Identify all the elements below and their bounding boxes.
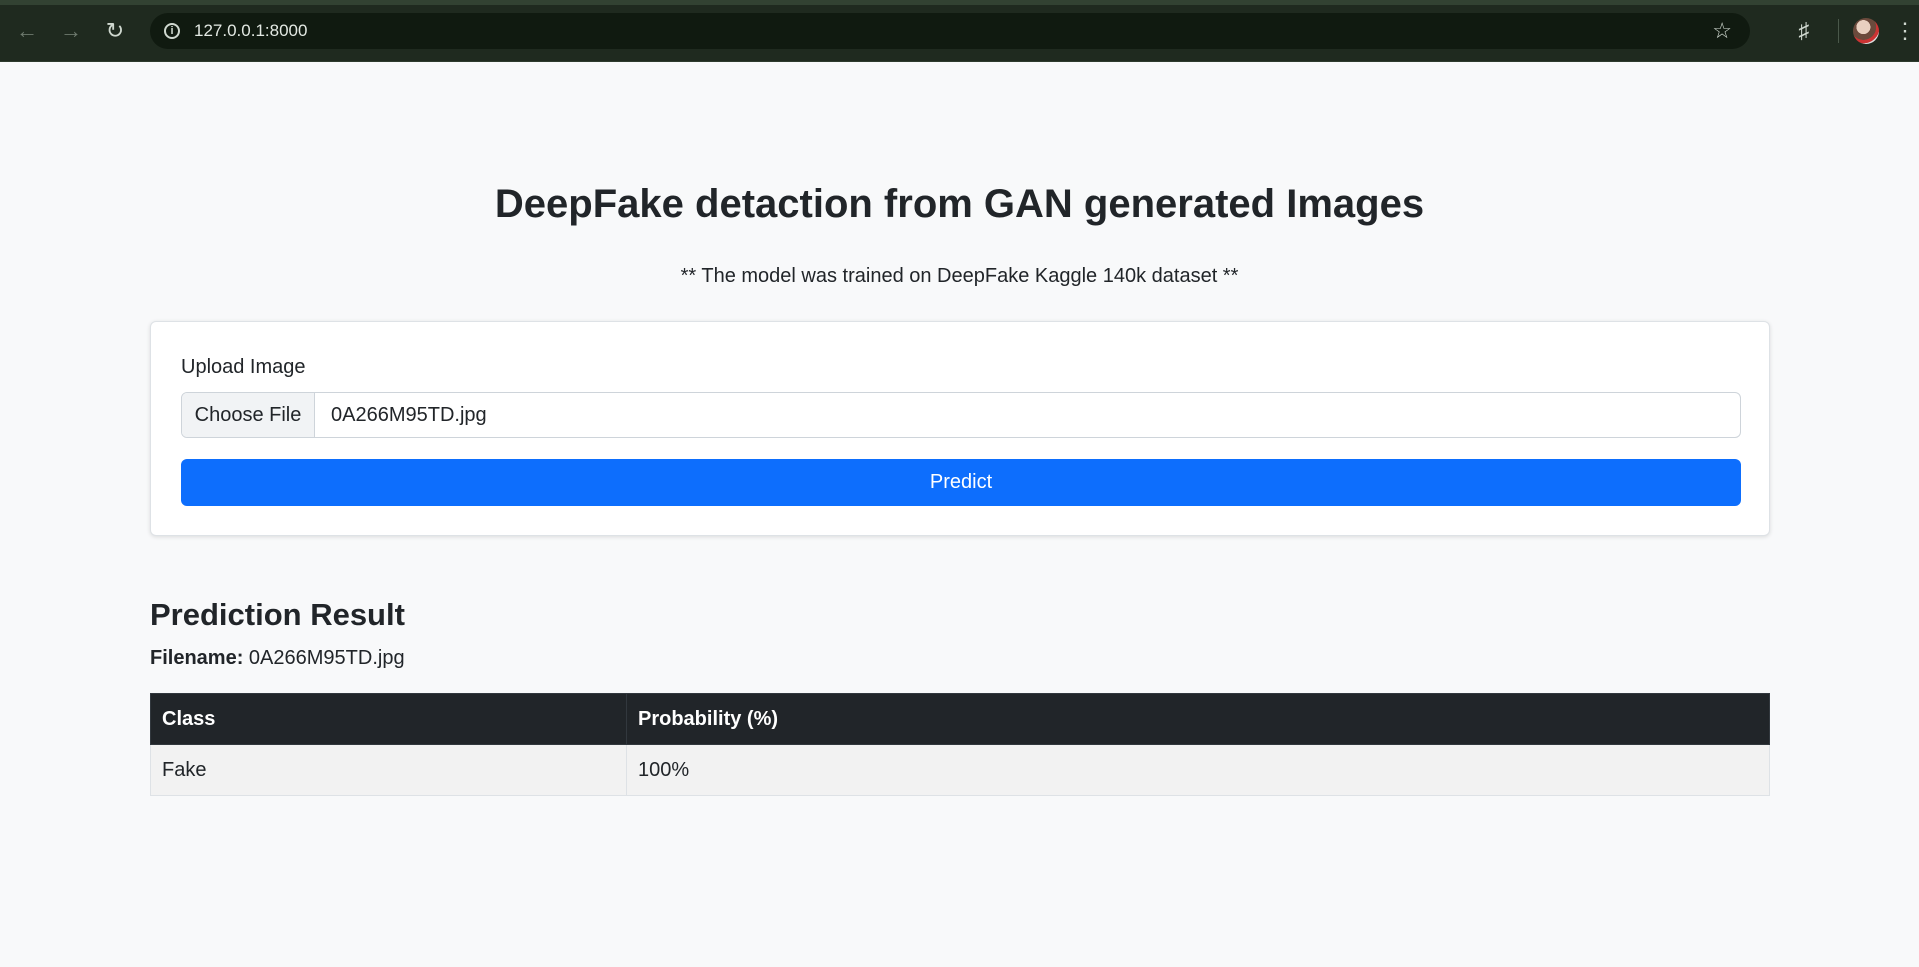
result-filename: Filename: 0A266M95TD.jpg xyxy=(150,647,405,670)
selected-file-name: 0A266M95TD.jpg xyxy=(331,403,487,426)
cell-class: Fake xyxy=(150,744,627,796)
upload-label: Upload Image xyxy=(181,356,306,378)
result-table: Class Probability (%) Fake 100% xyxy=(150,693,1770,796)
puzzle-icon[interactable]: ♯ xyxy=(1784,11,1824,51)
reload-icon[interactable]: ↻ xyxy=(95,11,135,51)
filename-label: Filename: xyxy=(150,647,244,669)
table-row: Fake 100% xyxy=(150,744,1770,796)
file-input[interactable]: Choose File 0A266M95TD.jpg xyxy=(181,392,1741,438)
page-content: DeepFake detaction from GAN generated Im… xyxy=(0,62,1919,967)
address-bar[interactable]: i 127.0.0.1:8000 ☆ xyxy=(150,13,1750,49)
cell-probability: 100% xyxy=(626,744,1770,796)
column-header-probability: Probability (%) xyxy=(626,693,1770,745)
result-heading: Prediction Result xyxy=(150,597,405,632)
upload-card: Upload Image Choose File 0A266M95TD.jpg … xyxy=(150,321,1770,536)
filename-value: 0A266M95TD.jpg xyxy=(248,647,405,669)
url-text[interactable]: 127.0.0.1:8000 xyxy=(194,21,307,41)
star-icon[interactable]: ☆ xyxy=(1712,18,1732,44)
page-subtitle: ** The model was trained on DeepFake Kag… xyxy=(680,265,1239,287)
info-icon[interactable]: i xyxy=(164,23,180,39)
toolbar-divider xyxy=(1838,18,1839,43)
kebab-menu-icon[interactable]: ⋮ xyxy=(1894,11,1916,51)
page-title: DeepFake detaction from GAN generated Im… xyxy=(494,182,1425,226)
choose-file-button[interactable]: Choose File xyxy=(182,393,315,437)
table-header-row: Class Probability (%) xyxy=(150,693,1770,745)
arrow-right-icon[interactable]: → xyxy=(51,11,91,51)
browser-toolbar: ← → ↻ i 127.0.0.1:8000 ☆ ♯ ⋮ xyxy=(0,0,1919,62)
arrow-left-icon[interactable]: ← xyxy=(7,11,47,51)
browser-right-tools: ♯ ⋮ xyxy=(1784,0,1919,61)
avatar[interactable] xyxy=(1853,17,1879,44)
nav-buttons: ← → ↻ xyxy=(7,11,135,51)
column-header-class: Class xyxy=(150,693,627,745)
predict-button[interactable]: Predict xyxy=(181,459,1741,506)
